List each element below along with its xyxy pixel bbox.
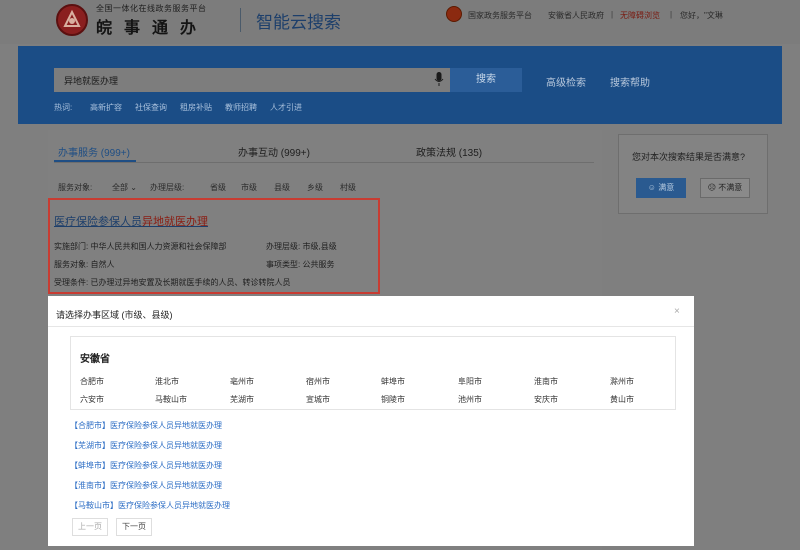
city-option[interactable]: 六安市 bbox=[80, 394, 104, 405]
result-type: 事项类型: 公共服务 bbox=[266, 259, 334, 270]
filter-object-label: 服务对象: bbox=[58, 183, 93, 192]
province-name: 安徽省 bbox=[80, 354, 110, 365]
hot-term[interactable]: 社保查询 bbox=[135, 102, 167, 113]
filter-object-value: 全部 bbox=[112, 183, 128, 192]
dialog-divider bbox=[48, 326, 694, 327]
result-target-label: 服务对象: bbox=[54, 260, 89, 269]
close-icon[interactable]: × bbox=[674, 306, 680, 317]
microphone-icon[interactable] bbox=[434, 72, 444, 87]
hot-term[interactable]: 租房补贴 bbox=[180, 102, 212, 113]
city-option[interactable]: 淮南市 bbox=[534, 376, 558, 387]
page-title: 智能云搜索 bbox=[256, 13, 341, 32]
hot-term[interactable]: 人才引进 bbox=[270, 102, 302, 113]
prev-page-button[interactable]: 上一页 bbox=[72, 518, 108, 536]
city-option[interactable]: 宣城市 bbox=[306, 394, 330, 405]
unsatisfied-button[interactable]: ☹ 不满意 bbox=[700, 178, 750, 198]
city-option[interactable]: 黄山市 bbox=[610, 394, 634, 405]
result-target: 服务对象: 自然人 bbox=[54, 259, 114, 270]
smile-icon: ☺ bbox=[647, 183, 656, 192]
frown-icon: ☹ bbox=[707, 183, 717, 192]
city-option[interactable]: 滁州市 bbox=[610, 376, 634, 387]
result-dept-value: 中华人民共和国人力资源和社会保障部 bbox=[90, 242, 227, 251]
result-cond-label: 受理条件: bbox=[54, 278, 89, 287]
header-divider bbox=[240, 8, 241, 32]
filter-level-city[interactable]: 市级 bbox=[241, 182, 257, 193]
satisfaction-survey bbox=[618, 134, 768, 214]
satisfied-label: 满意 bbox=[658, 183, 675, 192]
next-page-button[interactable]: 下一页 bbox=[116, 518, 152, 536]
city-option[interactable]: 合肥市 bbox=[80, 376, 104, 387]
filter-level-label: 办理层级: bbox=[150, 183, 185, 192]
result-title-prefix: 医疗保险参保人员 bbox=[54, 216, 142, 228]
city-option[interactable]: 淮北市 bbox=[155, 376, 179, 387]
city-option[interactable]: 安庆市 bbox=[534, 394, 558, 405]
result-type-label: 事项类型: bbox=[266, 260, 301, 269]
region-result-link[interactable]: 【芜湖市】医疗保险参保人员异地就医办理 bbox=[70, 440, 222, 451]
accessible-link[interactable]: 无障碍浏览 bbox=[620, 10, 660, 21]
city-option[interactable]: 池州市 bbox=[458, 394, 482, 405]
dialog-title: 请选择办事区域 (市级、县级) bbox=[56, 310, 173, 320]
city-option[interactable]: 芜湖市 bbox=[230, 394, 254, 405]
advanced-search-link[interactable]: 高级检索 bbox=[546, 74, 586, 89]
search-help-link[interactable]: 搜索帮助 bbox=[610, 74, 650, 89]
tab-interaction[interactable]: 办事互动 (999+) bbox=[238, 144, 310, 159]
region-result-link[interactable]: 【马鞍山市】医疗保险参保人员异地就医办理 bbox=[70, 500, 230, 511]
national-emblem-icon bbox=[446, 6, 462, 22]
city-option[interactable]: 铜陵市 bbox=[381, 394, 405, 405]
result-target-value: 自然人 bbox=[90, 260, 115, 269]
filter-level-province[interactable]: 省级 bbox=[210, 182, 226, 193]
province-gov-link[interactable]: 安徽省人民政府 bbox=[548, 10, 604, 21]
city-option[interactable]: 宿州市 bbox=[306, 376, 330, 387]
region-result-link[interactable]: 【合肥市】医疗保险参保人员异地就医办理 bbox=[70, 420, 222, 431]
filter-level-county[interactable]: 县级 bbox=[274, 182, 290, 193]
filter-level-village[interactable]: 村级 bbox=[340, 182, 356, 193]
search-input[interactable]: 异地就医办理 bbox=[54, 68, 450, 92]
logo-subtitle: 全国一体化在线政务服务平台 bbox=[96, 4, 207, 13]
tabs-divider bbox=[54, 162, 594, 163]
result-type-value: 公共服务 bbox=[302, 260, 335, 269]
city-option[interactable]: 蚌埠市 bbox=[381, 376, 405, 387]
result-title-keyword: 异地就医办理 bbox=[142, 216, 208, 228]
result-level-label: 办理层级: bbox=[266, 242, 301, 251]
region-result-link[interactable]: 【淮南市】医疗保险参保人员异地就医办理 bbox=[70, 480, 222, 491]
search-button[interactable]: 搜索 bbox=[450, 68, 522, 92]
region-result-link[interactable]: 【蚌埠市】医疗保险参保人员异地就医办理 bbox=[70, 460, 222, 471]
unsatisfied-label: 不满意 bbox=[718, 183, 743, 192]
result-cond-value: 已办理过异地安置及长期就医手续的人员、转诊转院人员 bbox=[90, 278, 291, 287]
header-separator: | bbox=[670, 10, 673, 19]
hot-terms-label: 热词: bbox=[54, 103, 73, 112]
satisfied-button[interactable]: ☺ 满意 bbox=[636, 178, 686, 198]
filter-level-town[interactable]: 乡级 bbox=[307, 182, 323, 193]
city-option[interactable]: 阜阳市 bbox=[458, 376, 482, 387]
hot-term[interactable]: 高新扩容 bbox=[90, 102, 122, 113]
result-dept: 实施部门: 中华人民共和国人力资源和社会保障部 bbox=[54, 241, 226, 252]
filter-object-select[interactable]: 全部 ⌄ bbox=[112, 182, 137, 193]
header-separator: | bbox=[611, 10, 614, 19]
logo-title[interactable]: 皖事通办 bbox=[96, 14, 208, 38]
result-level: 办理层级: 市级,县级 bbox=[266, 241, 337, 252]
user-greeting[interactable]: 您好，"文琳 bbox=[680, 10, 723, 21]
result-condition: 受理条件: 已办理过异地安置及长期就医手续的人员、转诊转院人员 bbox=[54, 277, 290, 288]
result-dept-label: 实施部门: bbox=[54, 242, 89, 251]
survey-question: 您对本次搜索结果是否满意? bbox=[632, 152, 746, 162]
chevron-down-icon: ⌄ bbox=[130, 183, 137, 192]
gov-platform-link[interactable]: 国家政务服务平台 bbox=[468, 10, 532, 21]
result-level-value: 市级,县级 bbox=[302, 242, 337, 251]
city-option[interactable]: 马鞍山市 bbox=[155, 394, 187, 405]
tab-services[interactable]: 办事服务 (999+) bbox=[58, 144, 130, 159]
logo-icon[interactable] bbox=[56, 4, 88, 36]
city-option[interactable]: 亳州市 bbox=[230, 376, 254, 387]
tab-policies[interactable]: 政策法规 (135) bbox=[416, 144, 482, 159]
search-query: 异地就医办理 bbox=[64, 76, 119, 86]
result-title-link[interactable]: 医疗保险参保人员异地就医办理 bbox=[54, 213, 208, 229]
hot-term[interactable]: 教师招聘 bbox=[225, 102, 257, 113]
